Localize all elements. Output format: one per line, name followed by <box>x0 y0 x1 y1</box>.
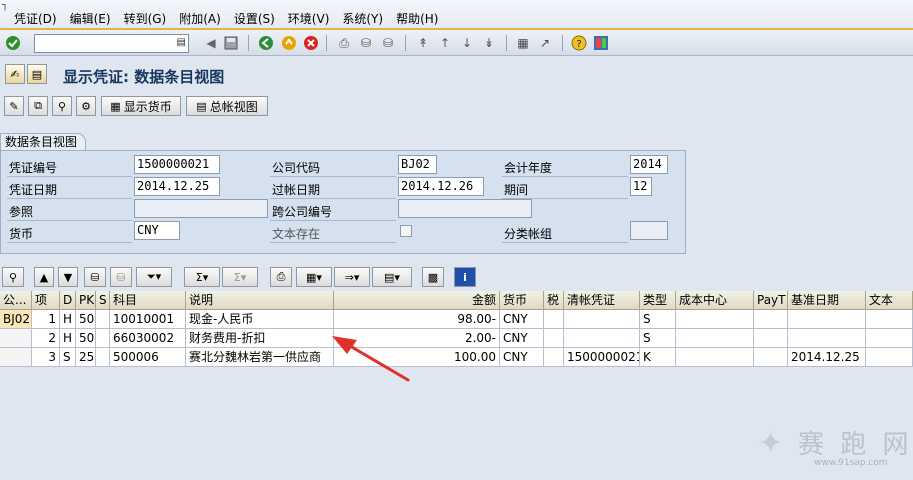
annotation-arrow-icon <box>332 336 410 382</box>
watermark-url: www.91sap.com <box>814 458 888 468</box>
watermark-text: 赛 跑 网 <box>798 430 913 460</box>
runner-logo-icon: ✦ <box>758 426 784 461</box>
